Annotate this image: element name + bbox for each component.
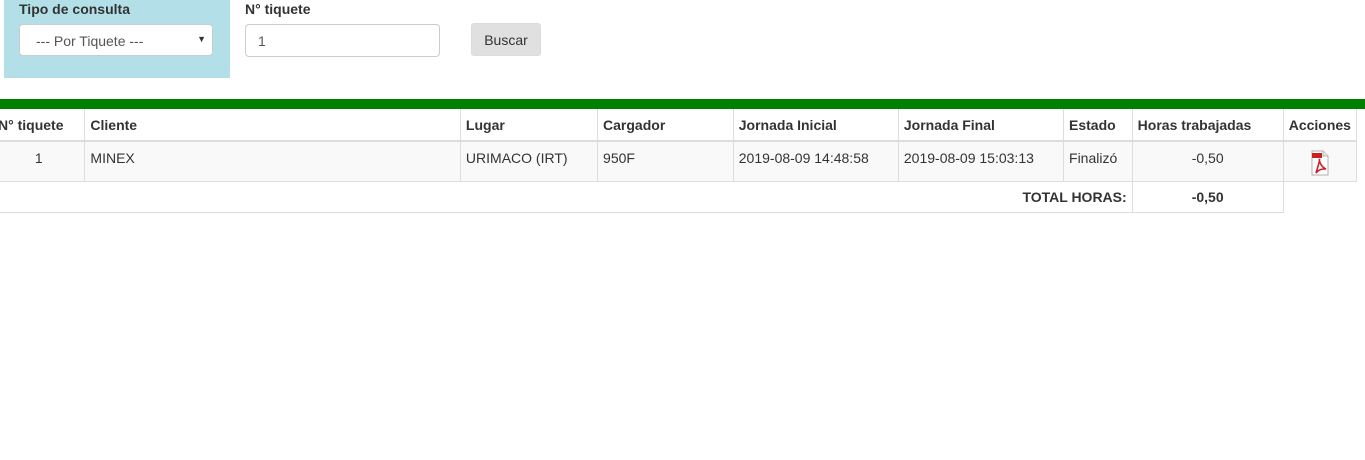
tiquete-label: N° tiquete — [245, 1, 311, 17]
cell-horas: -0,50 — [1131, 140, 1284, 182]
tipo-consulta-select[interactable]: --- Por Tiquete --- ▼ — [19, 24, 213, 56]
tiquete-input[interactable] — [245, 24, 440, 57]
cell-jornada-inicial: 2019-08-09 14:48:58 — [732, 140, 899, 182]
col-header-estado[interactable]: Estado — [1063, 109, 1133, 142]
cell-estado: Finalizó — [1063, 140, 1133, 182]
cell-cliente: MINEX — [84, 140, 461, 182]
col-header-horas[interactable]: Horas trabajadas — [1131, 109, 1284, 142]
cell-jornada-final: 2019-08-09 15:03:13 — [897, 140, 1065, 182]
table-row: 1 MINEX URIMACO (IRT) 950F 2019-08-09 14… — [0, 140, 1358, 182]
search-button[interactable]: Buscar — [471, 23, 541, 56]
cell-lugar: URIMACO (IRT) — [459, 140, 599, 182]
col-header-acciones: Acciones — [1282, 109, 1358, 142]
col-header-cliente[interactable]: Cliente — [84, 109, 461, 142]
results-table: N° tiquete Cliente Lugar Cargador Jornad… — [0, 109, 1358, 213]
total-hours-label: TOTAL HORAS: — [0, 180, 1133, 213]
tipo-consulta-label: Tipo de consulta — [19, 1, 130, 17]
table-header-row: N° tiquete Cliente Lugar Cargador Jornad… — [0, 109, 1358, 142]
col-header-lugar[interactable]: Lugar — [459, 109, 599, 142]
col-header-jornada-inicial[interactable]: Jornada Inicial — [732, 109, 899, 142]
pdf-icon[interactable] — [1310, 150, 1330, 176]
tipo-consulta-selected: --- Por Tiquete --- — [36, 33, 144, 49]
total-hours-value: -0,50 — [1131, 180, 1284, 213]
col-header-jornada-final[interactable]: Jornada Final — [897, 109, 1065, 142]
col-header-cargador[interactable]: Cargador — [597, 109, 734, 142]
cell-tiquete: 1 — [0, 140, 86, 182]
empty-cell — [1283, 180, 1357, 212]
col-header-tiquete[interactable]: N° tiquete — [0, 109, 86, 142]
results-header-bar — [0, 99, 1365, 109]
cell-cargador: 950F — [597, 140, 734, 182]
cell-acciones — [1282, 140, 1358, 182]
chevron-down-icon: ▼ — [197, 34, 206, 44]
total-row: TOTAL HORAS: -0,50 — [0, 180, 1357, 213]
